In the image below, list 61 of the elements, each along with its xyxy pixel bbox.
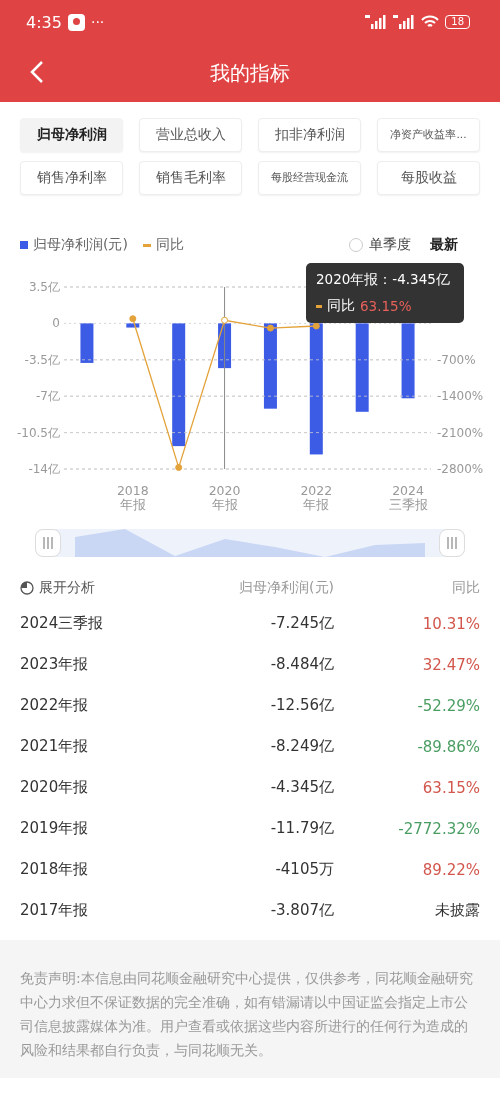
indicator-tab[interactable]: 销售毛利率: [139, 161, 242, 195]
y-axis-label: -2800%: [437, 462, 484, 476]
x-axis-label: 2022 年报: [300, 483, 333, 512]
table-cell-text: 2022年报: [20, 696, 90, 715]
x-axis-label: 2024 三季报: [388, 483, 428, 512]
table-cell-text: -4105万: [274, 860, 334, 879]
table-cell-text: -11.79亿: [269, 819, 334, 838]
latest-button[interactable]: 最新: [430, 236, 458, 254]
indicator-tab[interactable]: 扣非净利润: [258, 118, 361, 152]
y-axis-label: -10.5亿: [16, 425, 60, 440]
tooltip-label: 同比: [327, 297, 355, 315]
table-cell-text: 32.47%: [421, 655, 480, 674]
table-cell-text: -3.807亿: [269, 901, 334, 920]
table-cell-text: 2023年报: [20, 655, 90, 674]
indicator-tab[interactable]: 每股经营现金流: [258, 161, 361, 195]
table-cell-text: -8.249亿: [269, 737, 334, 756]
expand-analysis-link[interactable]: 展开分析: [39, 579, 95, 597]
table-cell-text: 10.31%: [421, 614, 480, 633]
table-cell-text: 2021年报: [20, 737, 90, 756]
table-cell-text: -89.86%: [416, 737, 480, 756]
table-cell-text: -4.345亿: [269, 778, 334, 797]
indicator-tab[interactable]: 销售净利率: [20, 161, 123, 195]
table-cell-text: 63.15%: [421, 778, 480, 797]
single-quarter-radio[interactable]: 单季度: [349, 236, 411, 254]
disclaimer-text: 免责声明:本信息由同花顺金融研究中心提供，仅供参考，同花顺金融研究中心力求但不保证数据的完全准确，如有错漏请以中国证监会指定上市公司信息披露媒体为准。用户查看或依据这些内容所进行的任何行为造成的风险和结果都自行负责，与同花顺无关。: [20, 969, 474, 1060]
legend-label: 归母净利润(元): [33, 236, 128, 254]
y-axis-label: -14亿: [28, 462, 60, 476]
y-axis-label: 3.5亿: [28, 280, 60, 294]
table-cell-text: 89.22%: [421, 860, 480, 879]
tooltip-title: 2020年报：-4.345亿: [316, 271, 451, 289]
column-header: 同比: [451, 579, 480, 597]
table-cell-text: -7.245亿: [269, 614, 334, 633]
status-time: 4:35: [26, 12, 62, 32]
y-axis-label: -700%: [437, 352, 476, 367]
table-cell-text: 2024三季报: [20, 614, 105, 633]
y-axis-label: -2100%: [437, 425, 484, 440]
y-axis-label: 0: [52, 316, 60, 331]
table-cell-text: 未披露: [434, 901, 480, 920]
table-cell-text: -52.29%: [416, 696, 480, 715]
legend-label: 同比: [155, 236, 184, 254]
status-more: ···: [90, 14, 105, 30]
x-axis-label: 2018 年报: [116, 483, 149, 512]
table-cell-text: -8.484亿: [269, 655, 334, 674]
y-axis-label: -3.5亿: [24, 352, 60, 367]
indicator-tab[interactable]: 净资产收益率...: [377, 118, 480, 152]
table-cell-text: 2020年报: [20, 778, 90, 797]
y-axis-label: -1400%: [437, 389, 484, 404]
table-cell-text: 2018年报: [20, 860, 90, 879]
table-cell-text: -12.56亿: [269, 696, 334, 715]
column-header: 归母净利润(元): [238, 579, 334, 597]
page-title: 我的指标: [210, 59, 290, 87]
table-cell-text: 2017年报: [20, 901, 90, 920]
table-cell-text: -2772.32%: [397, 819, 480, 838]
battery-indicator: 18: [445, 15, 470, 29]
x-axis-label: 2020 年报: [208, 483, 241, 512]
indicator-tab[interactable]: 归母净利润: [20, 118, 123, 152]
tooltip-value: 63.15%: [360, 298, 412, 314]
indicator-tab[interactable]: 每股收益: [377, 161, 480, 195]
table-cell-text: 2019年报: [20, 819, 90, 838]
y-axis-label: -7亿: [36, 389, 60, 404]
indicator-tab[interactable]: 营业总收入: [139, 118, 242, 152]
